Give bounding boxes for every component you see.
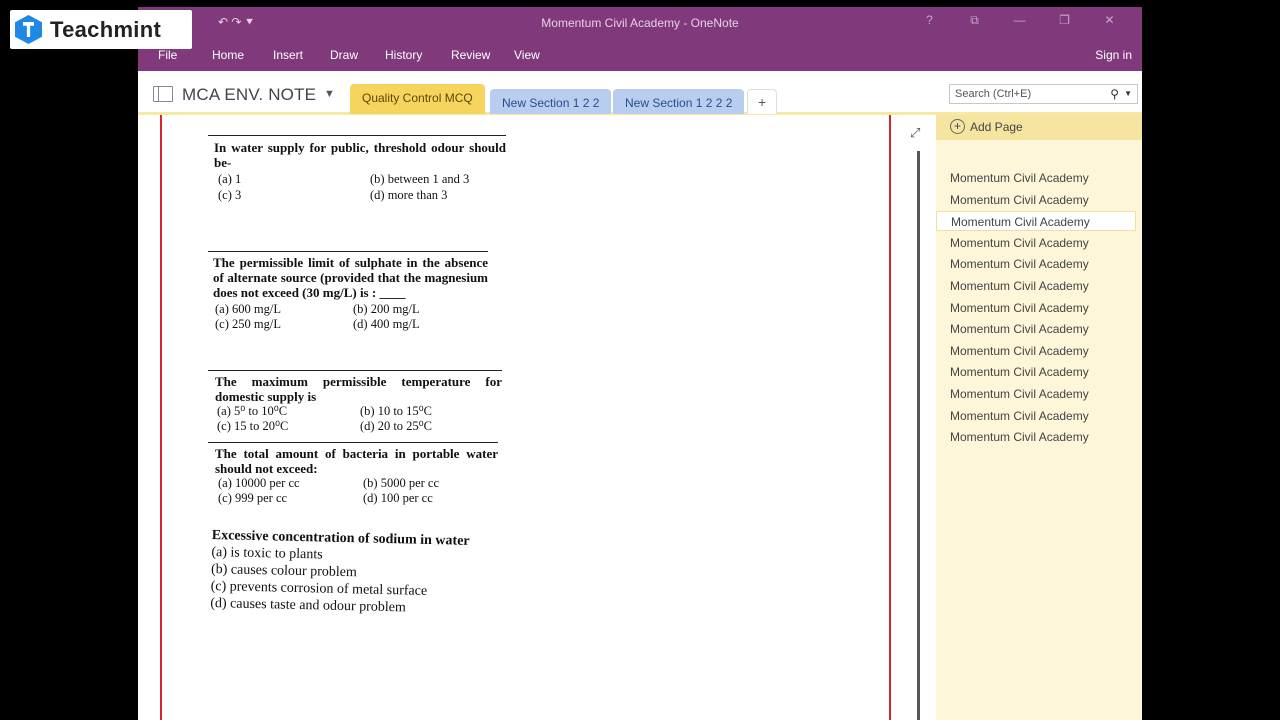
tab-review[interactable]: Review [451, 48, 490, 62]
question-5: Excessive concentration of sodium in wat… [210, 528, 512, 635]
add-page-label: Add Page [970, 120, 1023, 134]
option-c: (c) 3 [218, 188, 242, 202]
option-c: (c) 999 per cc [218, 491, 288, 505]
add-page-button[interactable]: + Add Page [936, 115, 1142, 140]
add-section-button[interactable]: + [747, 89, 778, 114]
page-list-item[interactable]: Momentum Civil Academy [936, 362, 1136, 382]
page-list-item[interactable]: Momentum Civil Academy [936, 319, 1136, 339]
title-bar: ↶ ↷ ⯆ Momentum Civil Academy - OneNote ?… [138, 7, 1142, 41]
page-list-item[interactable]: Momentum Civil Academy [936, 168, 1136, 188]
question-options: (a) is toxic to plants (b) causes colour… [210, 544, 511, 619]
page-list-item[interactable]: Momentum Civil Academy [936, 341, 1136, 361]
tab-view[interactable]: View [514, 48, 540, 62]
section-bar: MCA ENV. NOTE ▼ Quality Control MCQ New … [138, 71, 1142, 115]
restore-button[interactable]: ❐ [1042, 13, 1087, 28]
option-a: (a) 5⁰ to 10⁰C [217, 404, 288, 418]
page-canvas[interactable]: ⤢ In water supply for public, threshold … [138, 115, 936, 720]
divider [208, 442, 498, 443]
ribbon-tabs: File Home Insert Draw History Review Vie… [138, 41, 1142, 71]
page-list-item[interactable]: Momentum Civil Academy [936, 384, 1136, 404]
option-a: (a) 1 [218, 172, 242, 186]
option-d: (d) 100 per cc [363, 491, 433, 505]
question-options: (a) 5⁰ to 10⁰C (b) 10 to 15⁰C (c) 15 to … [208, 404, 502, 436]
section-tab-new-section-122[interactable]: New Section 1 2 2 [490, 89, 612, 114]
chevron-down-icon[interactable]: ▼ [324, 88, 335, 100]
tab-history[interactable]: History [385, 48, 422, 62]
option-b: (b) 5000 per cc [363, 476, 440, 490]
help-button[interactable]: ? [907, 13, 952, 28]
question-4: The total amount of bacteria in portable… [208, 442, 498, 514]
question-stem: The permissible limit of sulphate in the… [213, 255, 488, 300]
tab-file[interactable]: File [158, 48, 177, 62]
vertical-scrollbar[interactable] [917, 151, 920, 720]
section-tab-quality-control[interactable]: Quality Control MCQ [350, 84, 485, 114]
option-a: (a) 10000 per cc [218, 476, 300, 490]
page-list-item[interactable]: Momentum Civil Academy [936, 211, 1136, 232]
question-stem: In water supply for public, threshold od… [214, 140, 506, 170]
sign-in-link[interactable]: Sign in [1095, 48, 1132, 62]
page-list-item[interactable]: Momentum Civil Academy [936, 427, 1136, 447]
search-icon[interactable]: ⚲ [1110, 87, 1119, 101]
search-placeholder: Search (Ctrl+E) [955, 88, 1032, 100]
expand-icon[interactable]: ⤢ [910, 125, 920, 141]
page-list-item[interactable]: Momentum Civil Academy [936, 254, 1136, 274]
close-button[interactable]: ✕ [1087, 13, 1132, 28]
question-options: (a) 10000 per cc (b) 5000 per cc (c) 999… [208, 476, 498, 508]
option-d: (d) more than 3 [370, 188, 448, 202]
option-b: (b) between 1 and 3 [370, 172, 470, 186]
section-tab-new-section-1222[interactable]: New Section 1 2 2 2 [613, 89, 745, 114]
divider [208, 135, 506, 136]
ribbon-display-button[interactable]: ⧉ [952, 13, 997, 28]
page-list-item[interactable]: Momentum Civil Academy [936, 298, 1136, 318]
option-b: (b) 10 to 15⁰C [360, 404, 433, 418]
page-list-item[interactable]: Momentum Civil Academy [936, 276, 1136, 296]
search-input[interactable]: Search (Ctrl+E) ⚲ ▼ [949, 84, 1138, 104]
question-3: The maximum permissible temperature for … [208, 370, 502, 442]
option-b: (b) 200 mg/L [353, 302, 420, 316]
notebook-icon[interactable] [153, 86, 173, 102]
option-d: (d) 20 to 25⁰C [360, 419, 433, 433]
margin-line [160, 115, 162, 720]
plus-circle-icon: + [950, 119, 965, 134]
minimize-button[interactable]: — [997, 13, 1042, 28]
page-list-item[interactable]: Momentum Civil Academy [936, 233, 1136, 253]
tab-insert[interactable]: Insert [273, 48, 303, 62]
tab-draw[interactable]: Draw [330, 48, 358, 62]
notebook-name[interactable]: MCA ENV. NOTE [182, 85, 316, 105]
page-list-item[interactable]: Momentum Civil Academy [936, 190, 1136, 210]
logo-text: Teachmint [50, 17, 162, 42]
onenote-window: ↶ ↷ ⯆ Momentum Civil Academy - OneNote ?… [138, 7, 1142, 720]
chevron-down-icon[interactable]: ▼ [1124, 89, 1132, 98]
question-2: The permissible limit of sulphate in the… [208, 251, 488, 355]
question-1: In water supply for public, threshold od… [208, 135, 506, 213]
page-list-item[interactable]: Momentum Civil Academy [936, 406, 1136, 426]
teachmint-logo: Teachmint [10, 10, 192, 49]
option-d: (d) 400 mg/L [353, 317, 420, 331]
question-stem: The maximum permissible temperature for … [215, 374, 502, 404]
option-a: (a) 600 mg/L [215, 302, 281, 316]
option-c: (c) 250 mg/L [215, 317, 281, 331]
option-c: (c) 15 to 20⁰C [217, 419, 289, 433]
teachmint-logo-icon [15, 15, 42, 44]
tab-home[interactable]: Home [212, 48, 244, 62]
divider [208, 370, 502, 371]
question-options: (a) 1 (b) between 1 and 3 (c) 3 (d) more… [208, 172, 506, 204]
margin-line [889, 115, 891, 720]
page-list-panel: + Add Page Momentum Civil Academy Momentu… [936, 115, 1142, 720]
divider [208, 251, 488, 252]
question-options: (a) 600 mg/L (b) 200 mg/L (c) 250 mg/L (… [208, 302, 488, 334]
window-controls: ? ⧉ — ❐ ✕ [907, 13, 1132, 28]
question-stem: The total amount of bacteria in portable… [215, 446, 498, 476]
